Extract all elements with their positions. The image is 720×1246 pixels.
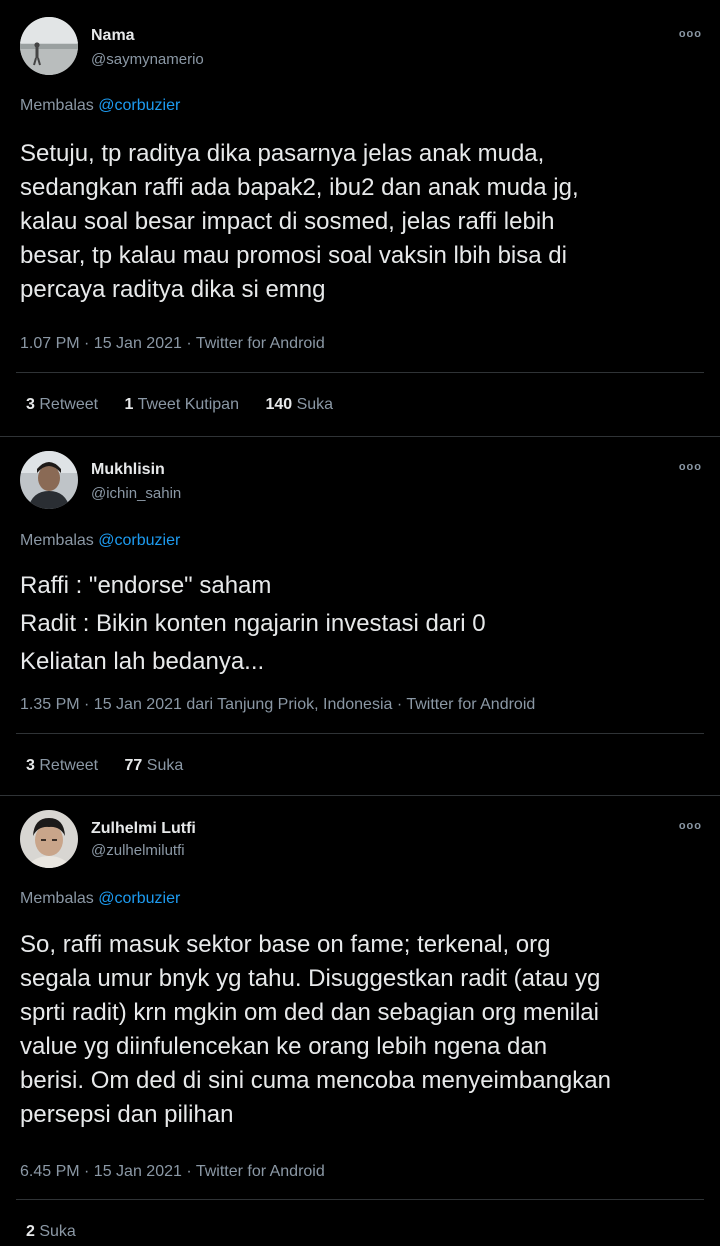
avatar-image [20,451,78,509]
stat-count: 3 [26,396,35,413]
user-handle[interactable]: @saymynamerio [91,51,204,68]
tweet-text-line: Raffi : "endorse" saham [20,572,272,599]
tweet-text: Setuju, tp raditya dika pasarnya jelas a… [20,137,706,307]
tweet-text: Raffi : "endorse" saham Radit : Bikin ko… [20,567,706,681]
tweet-separator [0,436,720,437]
more-options-icon[interactable]: ooo [679,461,702,473]
stat-count: 1 [124,396,134,413]
reply-context: Membalas @corbuzier [20,532,180,550]
user-handle[interactable]: @zulhelmilutfi [91,842,185,859]
reply-context: Membalas @corbuzier [20,890,180,908]
display-name[interactable]: Zulhelmi Lutfi [91,820,196,838]
retweet-count-link[interactable]: 3 Retweet [26,396,98,413]
reply-context: Membalas @corbuzier [20,97,180,115]
stat-count: 77 [124,757,143,774]
divider [16,1199,704,1200]
tweet-text-line: percaya raditya dika si emng [20,276,326,303]
like-count-link[interactable]: 2 Suka [26,1223,76,1240]
tweet-separator [0,795,720,796]
reply-prefix: Membalas [20,890,94,907]
reply-mention-link[interactable]: @corbuzier [98,532,180,549]
more-options-icon[interactable]: ooo [679,28,702,40]
stat-count: 140 [265,396,293,413]
avatar[interactable] [20,451,78,509]
tweet-text-line: Radit : Bikin konten ngajarin investasi … [20,610,486,637]
reply-mention-link[interactable]: @corbuzier [98,97,180,114]
tweet-text-line: value yg diinfulencekan ke orang lebih n… [20,1033,548,1060]
stat-label: Suka [39,1223,76,1240]
tweet-text-line: Keliatan lah bedanya... [20,648,265,675]
tweet-text-line: kalau soal besar impact di sosmed, jelas… [20,208,555,235]
reply-prefix: Membalas [20,97,94,114]
stat-count: 2 [26,1223,35,1240]
avatar[interactable] [20,810,78,868]
retweet-count-link[interactable]: 3 Retweet [26,757,98,774]
divider [16,372,704,373]
tweet-text-line: berisi. Om ded di sini cuma mencoba meny… [20,1067,611,1094]
user-handle[interactable]: @ichin_sahin [91,485,181,502]
reply-prefix: Membalas [20,532,94,549]
like-count-link[interactable]: 77 Suka [125,757,184,774]
divider [16,733,704,734]
tweet-timestamp[interactable]: 1.35 PM · 15 Jan 2021 dari Tanjung Priok… [20,696,535,714]
tweet-stats: 3 Retweet 77 Suka [26,757,205,775]
tweet-text-line: persepsi dan pilihan [20,1101,234,1128]
stat-label: Suka [146,757,184,774]
display-name[interactable]: Mukhlisin [91,461,165,479]
tweet-text-line: segala umur bnyk yg tahu. Disuggestkan r… [20,965,601,992]
tweet-text-line: sprti radit) krn mgkin om ded dan sebagi… [20,999,599,1026]
stat-label: Tweet Kutipan [137,396,239,413]
avatar-image [20,810,78,868]
reply-mention-link[interactable]: @corbuzier [98,890,180,907]
avatar-image [20,17,78,75]
tweet-text-line: So, raffi masuk sektor base on fame; ter… [20,931,551,958]
like-count-link[interactable]: 140 Suka [265,396,333,413]
tweet-timestamp[interactable]: 1.07 PM · 15 Jan 2021 · Twitter for Andr… [20,335,325,353]
more-options-icon[interactable]: ooo [679,820,702,832]
tweet-text-line: sedangkan raffi ada bapak2, ibu2 dan ana… [20,174,579,201]
display-name[interactable]: Nama [91,27,135,45]
tweet-timestamp[interactable]: 6.45 PM · 15 Jan 2021 · Twitter for Andr… [20,1163,325,1181]
tweet-stats: 3 Retweet 1 Tweet Kutipan 140 Suka [26,396,355,414]
avatar[interactable] [20,17,78,75]
tweet-text-line: Setuju, tp raditya dika pasarnya jelas a… [20,140,545,167]
stat-label: Retweet [39,396,99,413]
tweet-text: So, raffi masuk sektor base on fame; ter… [20,928,706,1132]
tweet-stats: 2 Suka [26,1223,98,1241]
tweet-text-line: besar, tp kalau mau promosi soal vaksin … [20,242,567,269]
stat-label: Suka [296,396,334,413]
quote-tweet-count-link[interactable]: 1 Tweet Kutipan [125,396,239,413]
stat-count: 3 [26,757,35,774]
stat-label: Retweet [39,757,99,774]
